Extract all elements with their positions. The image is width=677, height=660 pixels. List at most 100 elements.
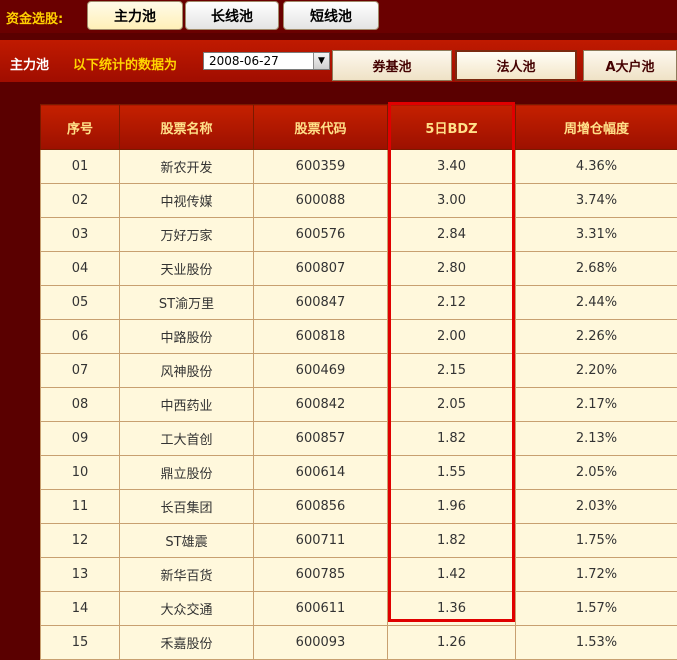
cell-5day-bdz: 3.40 — [388, 150, 516, 184]
big-investor-pool-button[interactable]: A大户池 — [583, 50, 677, 81]
chevron-down-icon[interactable]: ▼ — [313, 53, 329, 69]
stock-table: 序号 股票名称 股票代码 5日BDZ 周增仓幅度 01新农开发6003593.4… — [40, 104, 677, 660]
cell-stock-name: ST渝万里 — [120, 286, 254, 320]
table-row[interactable]: 03万好万家6005762.843.31% — [41, 218, 677, 252]
col-header-stock-name[interactable]: 股票名称 — [120, 105, 254, 150]
cell-5day-bdz: 3.00 — [388, 184, 516, 218]
cell-weekly-increase: 3.31% — [516, 218, 677, 252]
cell-index: 14 — [41, 592, 120, 626]
table-row[interactable]: 15禾嘉股份6000931.261.53% — [41, 626, 677, 660]
table-header-row: 序号 股票名称 股票代码 5日BDZ 周增仓幅度 — [41, 105, 677, 150]
cell-weekly-increase: 1.72% — [516, 558, 677, 592]
col-header-5day-bdz[interactable]: 5日BDZ — [388, 105, 516, 150]
cell-weekly-increase: 4.36% — [516, 150, 677, 184]
cell-5day-bdz: 1.82 — [388, 422, 516, 456]
cell-stock-code: 600088 — [254, 184, 388, 218]
cell-index: 09 — [41, 422, 120, 456]
cell-weekly-increase: 2.44% — [516, 286, 677, 320]
cell-index: 07 — [41, 354, 120, 388]
cell-stock-name: 大众交通 — [120, 592, 254, 626]
cell-5day-bdz: 1.42 — [388, 558, 516, 592]
cell-stock-code: 600857 — [254, 422, 388, 456]
cell-5day-bdz: 1.96 — [388, 490, 516, 524]
cell-weekly-increase: 1.75% — [516, 524, 677, 558]
col-header-index[interactable]: 序号 — [41, 105, 120, 150]
cell-weekly-increase: 2.05% — [516, 456, 677, 490]
cell-stock-code: 600785 — [254, 558, 388, 592]
cell-weekly-increase: 1.57% — [516, 592, 677, 626]
cell-weekly-increase: 2.26% — [516, 320, 677, 354]
table-row[interactable]: 05ST渝万里6008472.122.44% — [41, 286, 677, 320]
table-row[interactable]: 11长百集团6008561.962.03% — [41, 490, 677, 524]
cell-5day-bdz: 1.55 — [388, 456, 516, 490]
cell-index: 01 — [41, 150, 120, 184]
cell-stock-code: 600614 — [254, 456, 388, 490]
cell-index: 05 — [41, 286, 120, 320]
table-row[interactable]: 07风神股份6004692.152.20% — [41, 354, 677, 388]
cell-weekly-increase: 1.53% — [516, 626, 677, 660]
cell-5day-bdz: 2.84 — [388, 218, 516, 252]
table-row[interactable]: 13新华百货6007851.421.72% — [41, 558, 677, 592]
cell-index: 11 — [41, 490, 120, 524]
table-row[interactable]: 08中西药业6008422.052.17% — [41, 388, 677, 422]
cell-stock-name: 天业股份 — [120, 252, 254, 286]
cell-index: 02 — [41, 184, 120, 218]
table-row[interactable]: 12ST雄震6007111.821.75% — [41, 524, 677, 558]
table-row[interactable]: 02中视传媒6000883.003.74% — [41, 184, 677, 218]
cell-5day-bdz: 2.00 — [388, 320, 516, 354]
cell-index: 06 — [41, 320, 120, 354]
cell-stock-name: 万好万家 — [120, 218, 254, 252]
cell-index: 03 — [41, 218, 120, 252]
cell-weekly-increase: 2.13% — [516, 422, 677, 456]
current-pool-label: 主力池 — [10, 54, 49, 73]
cell-stock-code: 600847 — [254, 286, 388, 320]
cell-stock-code: 600576 — [254, 218, 388, 252]
stock-table-container: 序号 股票名称 股票代码 5日BDZ 周增仓幅度 01新农开发6003593.4… — [40, 104, 677, 660]
table-row[interactable]: 09工大首创6008571.822.13% — [41, 422, 677, 456]
date-select[interactable]: 2008-06-27 ▼ — [203, 52, 330, 70]
fund-pool-button[interactable]: 券基池 — [332, 50, 452, 81]
cell-weekly-increase: 2.68% — [516, 252, 677, 286]
cell-stock-code: 600807 — [254, 252, 388, 286]
table-row[interactable]: 04天业股份6008072.802.68% — [41, 252, 677, 286]
cell-index: 10 — [41, 456, 120, 490]
cell-index: 13 — [41, 558, 120, 592]
cell-index: 08 — [41, 388, 120, 422]
cell-stock-code: 600842 — [254, 388, 388, 422]
cell-stock-name: 工大首创 — [120, 422, 254, 456]
corporate-pool-button[interactable]: 法人池 — [455, 50, 577, 81]
cell-stock-name: 长百集团 — [120, 490, 254, 524]
stock-selection-label: 资金选股: — [6, 8, 63, 27]
cell-stock-code: 600359 — [254, 150, 388, 184]
cell-5day-bdz: 1.26 — [388, 626, 516, 660]
cell-stock-code: 600818 — [254, 320, 388, 354]
cell-index: 04 — [41, 252, 120, 286]
tab-long-term-pool[interactable]: 长线池 — [185, 1, 279, 30]
cell-stock-code: 600856 — [254, 490, 388, 524]
table-row[interactable]: 06中路股份6008182.002.26% — [41, 320, 677, 354]
cell-stock-name: 风神股份 — [120, 354, 254, 388]
cell-5day-bdz: 2.05 — [388, 388, 516, 422]
cell-stock-name: 新华百货 — [120, 558, 254, 592]
cell-weekly-increase: 2.17% — [516, 388, 677, 422]
col-header-stock-code[interactable]: 股票代码 — [254, 105, 388, 150]
tab-main-pool[interactable]: 主力池 — [87, 1, 183, 30]
cell-stock-name: 中视传媒 — [120, 184, 254, 218]
cell-stock-code: 600093 — [254, 626, 388, 660]
date-hint-label: 以下统计的数据为 — [73, 54, 177, 73]
tab-short-term-pool[interactable]: 短线池 — [283, 1, 379, 30]
cell-weekly-increase: 2.20% — [516, 354, 677, 388]
col-header-weekly-increase[interactable]: 周增仓幅度 — [516, 105, 677, 150]
table-row[interactable]: 14大众交通6006111.361.57% — [41, 592, 677, 626]
cell-stock-name: 新农开发 — [120, 150, 254, 184]
cell-index: 15 — [41, 626, 120, 660]
cell-stock-code: 600469 — [254, 354, 388, 388]
cell-stock-name: 鼎立股份 — [120, 456, 254, 490]
cell-stock-name: 中西药业 — [120, 388, 254, 422]
cell-5day-bdz: 2.15 — [388, 354, 516, 388]
cell-5day-bdz: 2.80 — [388, 252, 516, 286]
table-row[interactable]: 10鼎立股份6006141.552.05% — [41, 456, 677, 490]
cell-stock-name: 中路股份 — [120, 320, 254, 354]
cell-5day-bdz: 1.36 — [388, 592, 516, 626]
table-row[interactable]: 01新农开发6003593.404.36% — [41, 150, 677, 184]
